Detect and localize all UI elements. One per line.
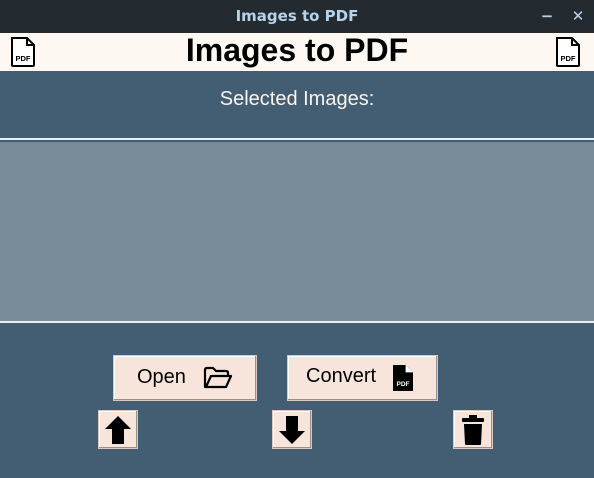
close-button[interactable]: ✕ — [567, 0, 589, 33]
pdf-icon-text: PDF — [561, 54, 576, 63]
window-titlebar[interactable]: Images to PDF − ✕ — [0, 0, 594, 33]
convert-icon-text: PDF — [397, 381, 410, 388]
delete-button[interactable] — [453, 410, 493, 449]
pdf-file-icon: PDF — [393, 365, 413, 391]
minimize-button[interactable]: − — [536, 0, 558, 33]
open-button[interactable]: Open — [113, 355, 257, 401]
move-down-button[interactable] — [272, 410, 312, 449]
divider — [0, 138, 594, 140]
convert-button[interactable]: Convert PDF — [287, 355, 438, 401]
app-header: PDF Images to PDF PDF — [0, 33, 594, 71]
move-up-button[interactable] — [98, 410, 138, 449]
open-button-label: Open — [137, 366, 186, 388]
image-listbox[interactable] — [0, 142, 594, 321]
arrow-up-icon — [105, 416, 131, 444]
arrow-down-icon — [279, 416, 305, 444]
window-title: Images to PDF — [235, 7, 359, 25]
folder-open-icon — [203, 366, 233, 389]
convert-button-label: Convert — [306, 365, 377, 387]
trash-icon — [462, 415, 484, 445]
divider — [0, 321, 594, 323]
pdf-file-icon: PDF — [556, 37, 580, 67]
page-title: Images to PDF — [185, 32, 409, 68]
selected-images-label: Selected Images: — [219, 88, 375, 110]
